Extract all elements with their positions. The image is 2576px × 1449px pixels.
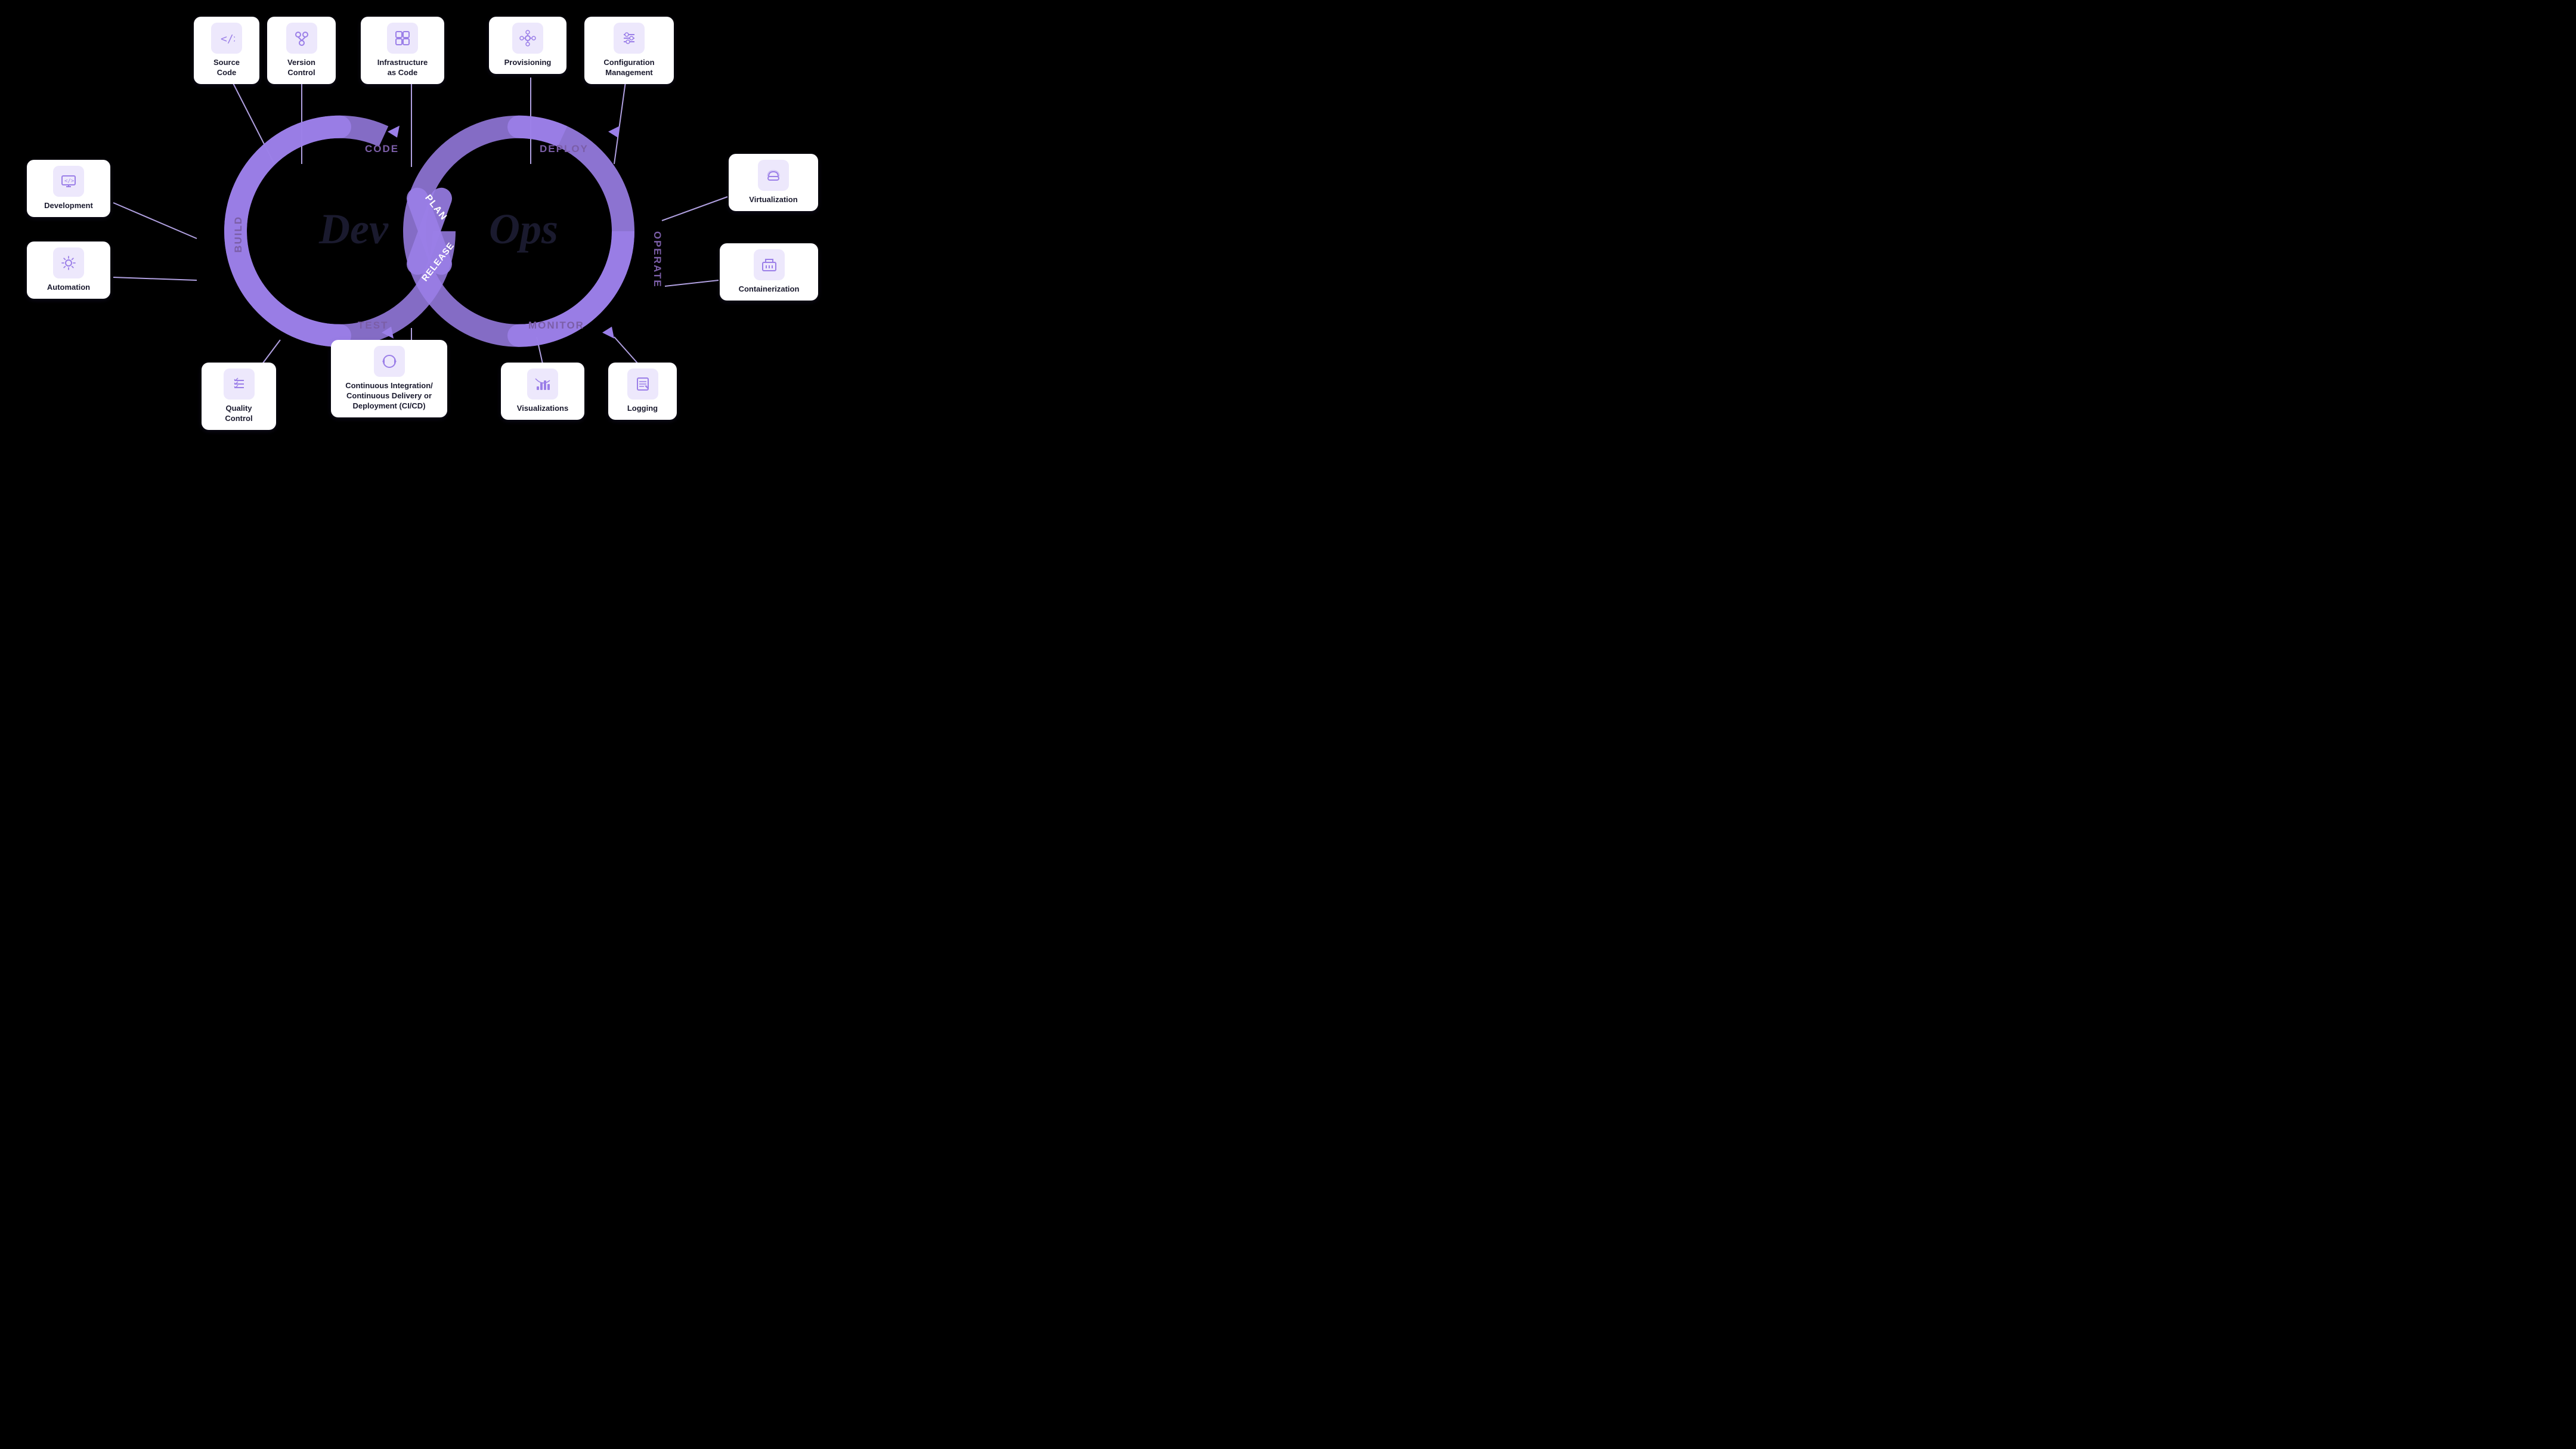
card-cicd: Continuous Integration/Continuous Delive… (331, 340, 447, 417)
config-mgmt-icon (614, 23, 645, 54)
dev-label: Dev (318, 205, 389, 253)
automation-icon (53, 247, 84, 278)
provisioning-icon (512, 23, 543, 54)
visualizations-icon (527, 369, 558, 400)
card-virtualization: Virtualization (729, 154, 818, 211)
infrastructure-icon (387, 23, 418, 54)
containerization-label: Containerization (739, 284, 800, 295)
virtualization-label: Virtualization (749, 195, 797, 205)
card-logging: Logging (608, 363, 677, 420)
phase-code: CODE (365, 143, 399, 154)
svg-text:</>: </> (221, 33, 235, 45)
card-quality-control: QualityControl (202, 363, 276, 430)
cicd-label: Continuous Integration/Continuous Delive… (345, 381, 433, 411)
visualizations-label: Visualizations (517, 404, 568, 414)
provisioning-label: Provisioning (504, 58, 552, 68)
infrastructure-label: Infrastructureas Code (377, 58, 428, 78)
source-code-label: Source Code (213, 58, 240, 78)
ops-label: Ops (489, 205, 558, 253)
card-automation: Automation (27, 242, 110, 299)
card-version-control: VersionControl (267, 17, 336, 84)
card-visualizations: Visualizations (501, 363, 584, 420)
quality-control-icon (224, 369, 255, 400)
version-control-icon (286, 23, 317, 54)
infinity-loop: Dev Ops CODE BUILD TEST PLAN RELEASE DEP… (185, 103, 674, 360)
card-containerization: Containerization (720, 243, 818, 301)
phase-monitor: MONITOR (528, 320, 584, 331)
phase-build: BUILD (233, 216, 244, 253)
automation-label: Automation (47, 283, 90, 293)
development-label: Development (44, 201, 93, 211)
svg-text:</>: </> (64, 178, 75, 184)
config-mgmt-label: ConfigurationManagement (603, 58, 654, 78)
cicd-icon (374, 346, 405, 377)
card-infrastructure: Infrastructureas Code (361, 17, 444, 84)
card-source-code: </> Source Code (194, 17, 259, 84)
phase-operate: OPERATE (652, 231, 663, 288)
devops-diagram: Dev Ops CODE BUILD TEST PLAN RELEASE DEP… (18, 6, 841, 477)
card-provisioning: Provisioning (489, 17, 566, 74)
card-development: </> Development (27, 160, 110, 217)
source-code-icon: </> (211, 23, 242, 54)
quality-control-label: QualityControl (225, 404, 252, 424)
development-icon: </> (53, 166, 84, 197)
logging-label: Logging (627, 404, 658, 414)
card-config-mgmt: ConfigurationManagement (584, 17, 674, 84)
virtualization-icon (758, 160, 789, 191)
version-control-label: VersionControl (287, 58, 315, 78)
logging-icon (627, 369, 658, 400)
containerization-icon (754, 249, 785, 280)
phase-test: TEST (358, 320, 388, 331)
phase-deploy: DEPLOY (540, 143, 589, 154)
